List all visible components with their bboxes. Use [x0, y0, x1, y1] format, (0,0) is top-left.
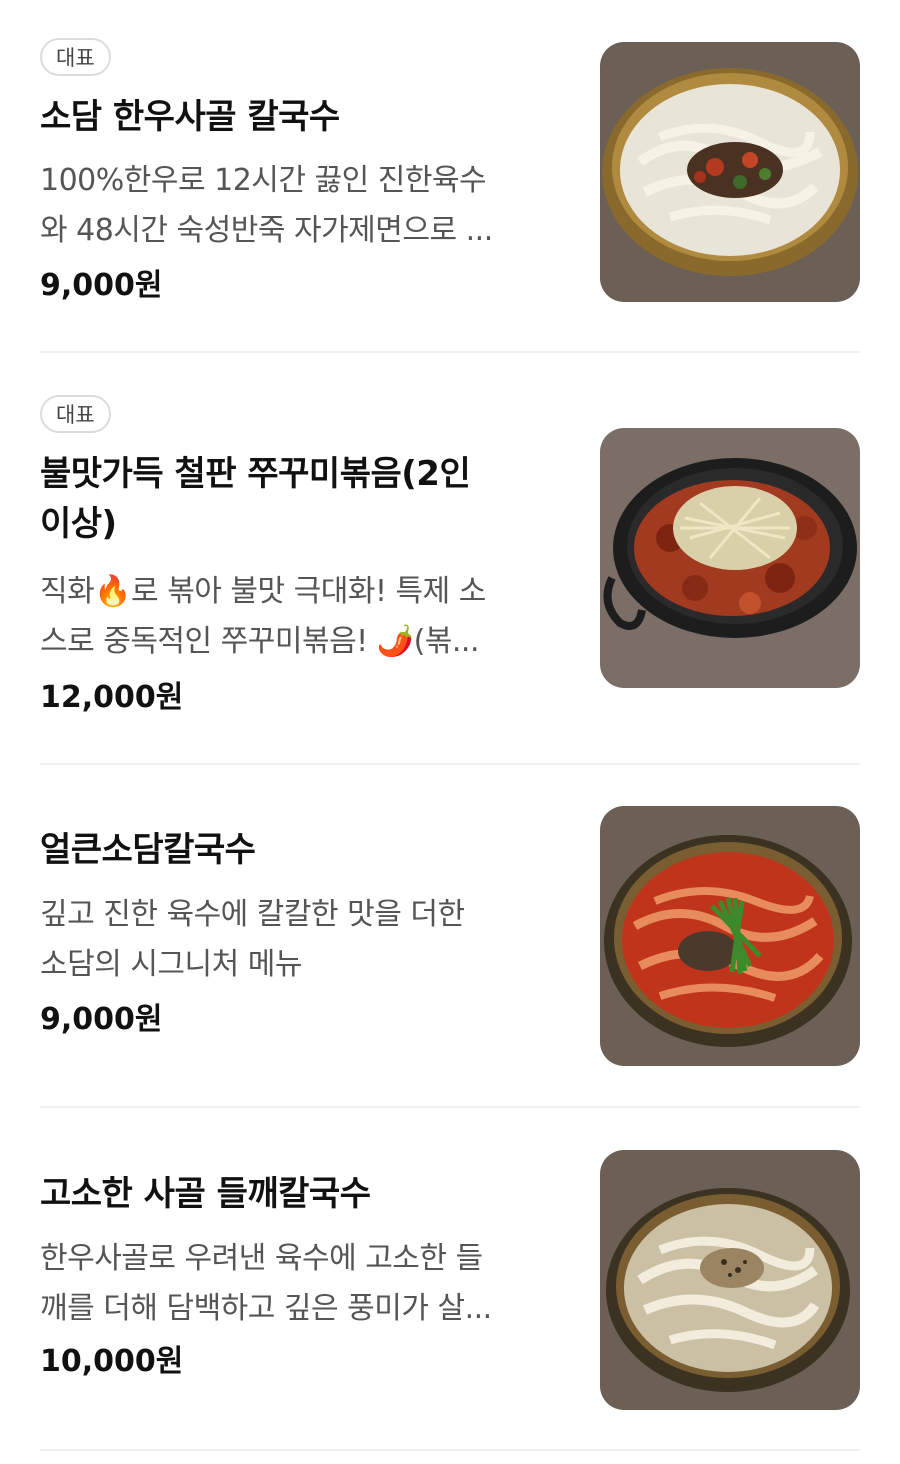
- name-line: 이상): [40, 504, 117, 544]
- description-line: 깊고 진한 육수에 칼칼한 맛을 더한: [40, 897, 465, 932]
- menu-item-photo[interactable]: [600, 428, 860, 688]
- menu-list: 대표 소담 한우사골 칼국수 100%한우로 12시간 끓인 진한육수 와 48…: [0, 0, 900, 1464]
- description-line: 스로 중독적인 쭈꾸미볶음! 🌶️(볶...: [40, 624, 480, 659]
- description-line: 100%한우로 12시간 끓인 진한육수: [40, 163, 487, 198]
- menu-item-spicy-kalguksu[interactable]: 얼큰소담칼국수 깊고 진한 육수에 칼칼한 맛을 더한 소담의 시그니처 메뉴 …: [40, 805, 860, 1108]
- menu-item-name: 소담 한우사골 칼국수: [40, 97, 340, 137]
- menu-item-name: 불맛가득 철판 쭈꾸미볶음(2인 이상): [40, 449, 560, 549]
- menu-item-name: 얼큰소담칼국수: [40, 830, 256, 870]
- description-line: 소담의 시그니처 메뉴: [40, 947, 302, 982]
- menu-item-photo[interactable]: [600, 806, 860, 1066]
- white-broth-kalguksu-photo: [600, 42, 860, 302]
- menu-item-hanwoo-kalguksu[interactable]: 대표 소담 한우사골 칼국수 100%한우로 12시간 끓인 진한육수 와 48…: [40, 38, 860, 353]
- menu-item-price: 9,000원: [40, 268, 163, 303]
- menu-item-description: 100%한우로 12시간 끓인 진한육수 와 48시간 숙성반죽 자가제면으로 …: [40, 156, 560, 256]
- menu-item-name: 고소한 사골 들깨칼국수: [40, 1174, 371, 1214]
- menu-item-price: 10,000원: [40, 1344, 184, 1379]
- menu-item-price: 9,000원: [40, 1002, 163, 1037]
- menu-item-photo[interactable]: [600, 1150, 860, 1410]
- menu-item-description: 직화🔥로 볶아 불맛 극대화! 특제 소 스로 중독적인 쭈꾸미볶음! 🌶️(볶…: [40, 567, 560, 667]
- menu-item-perilla-kalguksu[interactable]: 고소한 사골 들깨칼국수 한우사골로 우려낸 육수에 고소한 들 깨를 더해 담…: [40, 1149, 860, 1451]
- description-line: 직화🔥로 볶아 불맛 극대화! 특제 소: [40, 574, 486, 609]
- menu-item-description: 한우사골로 우려낸 육수에 고소한 들 깨를 더해 담백하고 깊은 풍미가 살.…: [40, 1234, 560, 1334]
- menu-item-price: 12,000원: [40, 680, 184, 715]
- perilla-kalguksu-photo: [600, 1150, 860, 1410]
- menu-item-webfoot-octopus[interactable]: 대표 불맛가득 철판 쭈꾸미볶음(2인 이상) 직화🔥로 볶아 불맛 극대화! …: [40, 395, 860, 765]
- name-line: 불맛가득 철판 쭈꾸미볶음(2인: [40, 454, 471, 494]
- signature-badge: 대표: [40, 395, 111, 433]
- description-line: 깨를 더해 담백하고 깊은 풍미가 살...: [40, 1291, 492, 1326]
- description-line: 한우사골로 우려낸 육수에 고소한 들: [40, 1241, 483, 1276]
- spicy-red-kalguksu-photo: [600, 806, 860, 1066]
- menu-item-photo[interactable]: [600, 42, 860, 302]
- spicy-webfoot-octopus-pan-photo: [600, 428, 860, 688]
- description-line: 와 48시간 숙성반죽 자가제면으로 ...: [40, 213, 493, 248]
- signature-badge: 대표: [40, 38, 111, 76]
- menu-item-description: 깊고 진한 육수에 칼칼한 맛을 더한 소담의 시그니처 메뉴: [40, 890, 560, 990]
